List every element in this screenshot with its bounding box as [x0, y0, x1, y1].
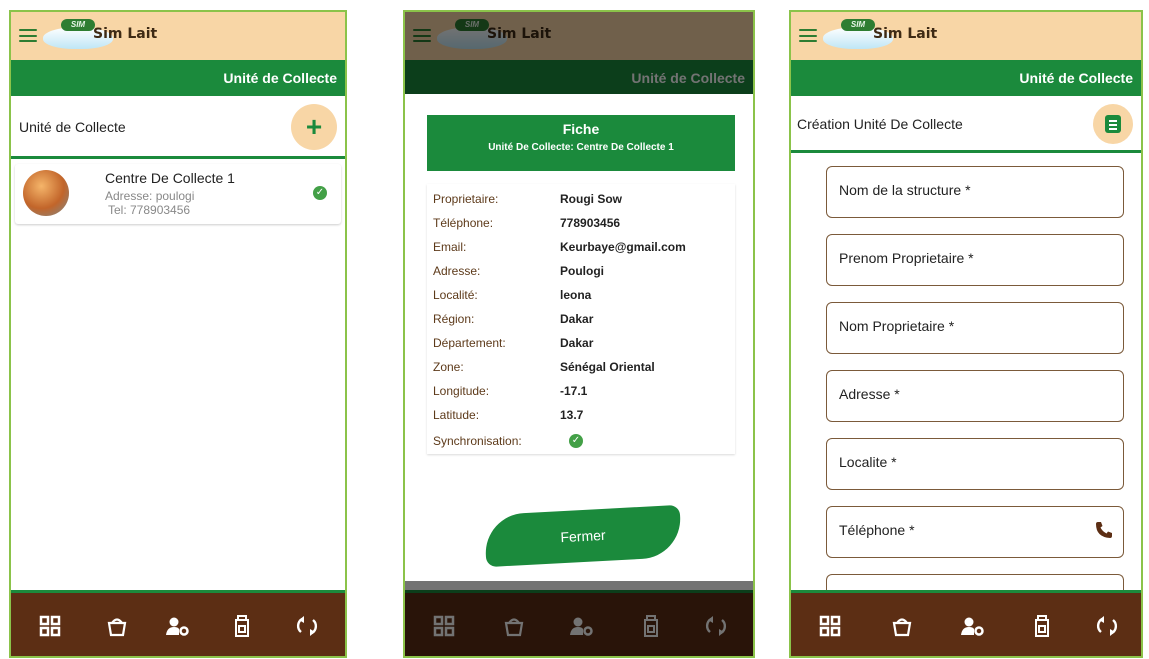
- structure-name-field[interactable]: Nom de la structure *: [826, 166, 1124, 218]
- menu-icon[interactable]: [799, 29, 817, 42]
- detail-value: 13.7: [560, 408, 584, 422]
- list-view-button[interactable]: [1093, 104, 1133, 144]
- detail-value: Dakar: [560, 312, 594, 326]
- fiche-subtitle: Unité De Collecte: Centre De Collecte 1: [488, 142, 674, 153]
- bucket-icon[interactable]: [106, 615, 128, 637]
- phone-screen-detail: SIM Sim Lait Unité de Collecte Fiche Uni…: [403, 10, 755, 658]
- detail-card: Proprietaire: Rougi Sow Téléphone: 77890…: [427, 184, 735, 454]
- section-title: Création Unité De Collecte: [797, 116, 963, 132]
- section-header: Création Unité De Collecte: [791, 96, 1141, 153]
- section-title: Unité de Collecte: [19, 119, 126, 135]
- app-logo: SIM Sim Lait: [43, 17, 163, 57]
- sync-icon[interactable]: [1096, 615, 1118, 637]
- detail-label: Téléphone:: [433, 216, 494, 230]
- document-icon: [1105, 115, 1121, 133]
- detail-modal: Fiche Unité De Collecte: Centre De Colle…: [405, 94, 753, 581]
- detail-label: Latitude:: [433, 408, 480, 422]
- menu-icon[interactable]: [19, 29, 37, 42]
- owner-lastname-field[interactable]: Nom Proprietaire *: [826, 302, 1124, 354]
- detail-value: Keurbaye@gmail.com: [560, 240, 686, 254]
- fiche-title: Fiche: [562, 121, 600, 137]
- phone-screen-list: SIM Sim Lait Unité de Collecte Unité de …: [9, 10, 347, 658]
- collection-center-image: [23, 170, 69, 216]
- grid-icon[interactable]: [819, 615, 841, 637]
- owner-firstname-field[interactable]: Prenom Proprietaire *: [826, 234, 1124, 286]
- app-name: Sim Lait: [93, 26, 158, 42]
- address-field[interactable]: Adresse *: [826, 370, 1124, 422]
- bucket-icon[interactable]: [891, 615, 913, 637]
- detail-label: Proprietaire:: [433, 192, 499, 206]
- detail-label: Adresse:: [433, 264, 481, 278]
- bottom-navigation: [11, 593, 345, 656]
- app-name: Sim Lait: [873, 26, 938, 42]
- section-header: Unité de Collecte +: [11, 98, 345, 159]
- title-bar: Unité de Collecte: [791, 60, 1141, 96]
- fiche-header: Fiche Unité De Collecte: Centre De Colle…: [427, 115, 735, 171]
- item-tel: Tel: 778903456: [108, 203, 191, 217]
- sync-icon[interactable]: [296, 615, 318, 637]
- phone-screen-form: SIM Sim Lait Unité de Collecte Création …: [789, 10, 1143, 658]
- detail-value: Poulogi: [560, 264, 604, 278]
- detail-label: Département:: [433, 336, 506, 350]
- sync-label: Synchronisation:: [433, 434, 522, 448]
- detail-label: Longitude:: [433, 384, 490, 398]
- list-item[interactable]: Centre De Collecte 1 Adresse: poulogi Te…: [15, 164, 341, 224]
- user-settings-icon[interactable]: [166, 615, 189, 637]
- detail-value: -17.1: [560, 384, 588, 398]
- detail-value: leona: [560, 288, 592, 302]
- app-logo: SIM Sim Lait: [823, 17, 943, 57]
- detail-value: Sénégal Oriental: [560, 360, 655, 374]
- detail-value: Rougi Sow: [560, 192, 622, 206]
- app-header: SIM Sim Lait: [791, 12, 1141, 60]
- detail-label: Région:: [433, 312, 475, 326]
- add-button[interactable]: +: [291, 104, 337, 150]
- grid-icon[interactable]: [39, 615, 61, 637]
- detail-label: Zone:: [433, 360, 464, 374]
- item-address: Adresse: poulogi: [105, 189, 195, 203]
- synced-check-icon: ✓: [313, 186, 327, 200]
- bottom-navigation: [791, 593, 1141, 656]
- detail-label: Email:: [433, 240, 467, 254]
- detail-value: 778903456: [560, 216, 621, 230]
- title-bar: Unité de Collecte: [11, 60, 345, 96]
- synced-check-icon: ✓: [569, 434, 583, 448]
- locality-field[interactable]: Localite *: [826, 438, 1124, 490]
- milk-can-icon[interactable]: [231, 615, 253, 637]
- phone-icon: [1095, 521, 1113, 539]
- item-name: Centre De Collecte 1: [105, 170, 235, 186]
- milk-can-icon[interactable]: [1031, 615, 1053, 637]
- phone-field[interactable]: Téléphone *: [826, 506, 1124, 558]
- detail-value: Dakar: [560, 336, 594, 350]
- screen-title: Unité de Collecte: [1019, 70, 1133, 86]
- app-header: SIM Sim Lait: [11, 12, 345, 60]
- detail-label: Localité:: [433, 288, 478, 302]
- close-button[interactable]: Fermer: [483, 504, 683, 568]
- user-settings-icon[interactable]: [961, 615, 984, 637]
- screen-title: Unité de Collecte: [223, 70, 337, 86]
